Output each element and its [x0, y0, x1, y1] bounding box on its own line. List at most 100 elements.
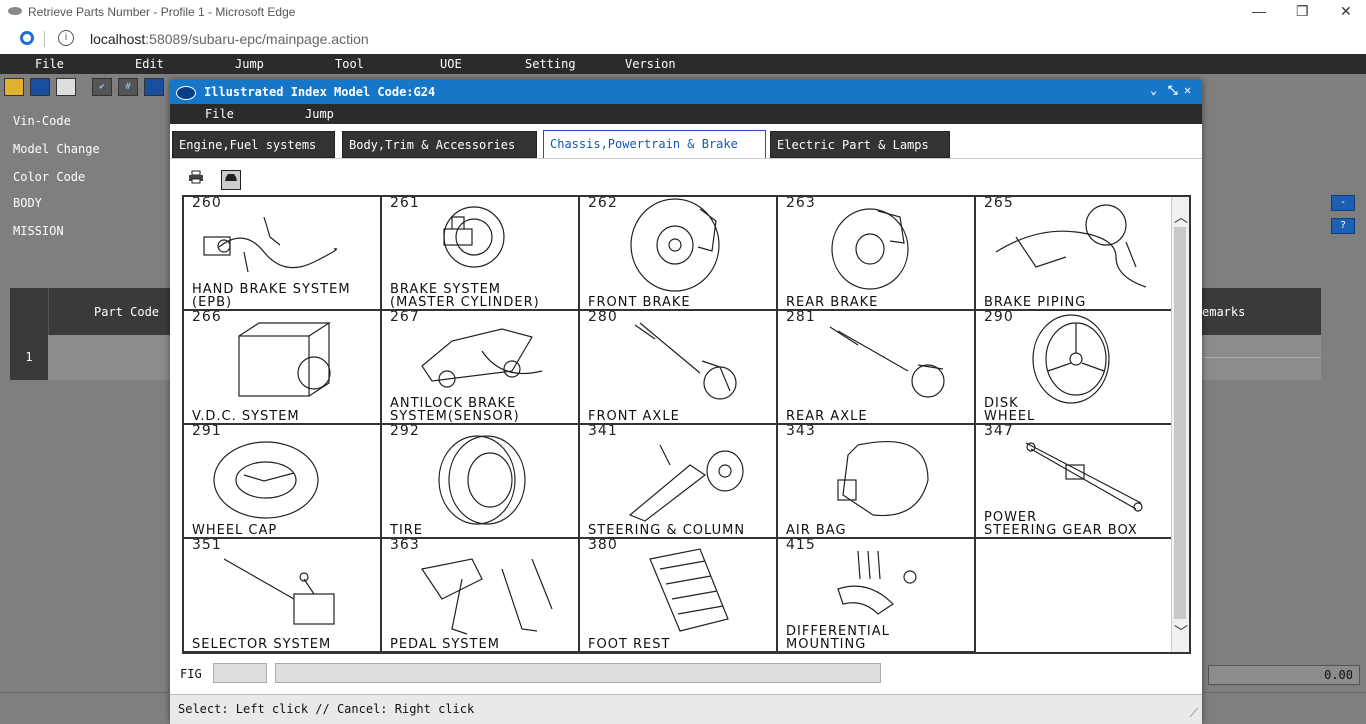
- help-button[interactable]: ?: [1331, 218, 1355, 234]
- fig-label: FIG: [180, 667, 202, 681]
- browser-title-bar: Retrieve Parts Number - Profile 1 - Micr…: [0, 0, 1366, 24]
- dialog-minimize-button[interactable]: ⌄: [1150, 83, 1157, 97]
- part-label: AIR BAG: [786, 523, 847, 538]
- sidebar-model-change[interactable]: Model Change: [13, 142, 100, 156]
- fig-number-input[interactable]: [213, 663, 267, 683]
- part-cell-281[interactable]: 281 REAR AXLE: [778, 311, 976, 425]
- part-cell-262[interactable]: 262 FRONT BRAKE: [580, 197, 778, 311]
- address-bar: i localhost:58089/subaru-epc/mainpage.ac…: [0, 24, 1366, 55]
- app-menu-bar: File Edit Jump Tool UOE Setting Version: [0, 54, 1366, 74]
- tab-engine-fuel[interactable]: Engine,Fuel systems: [172, 131, 335, 158]
- open-folder-icon[interactable]: [4, 78, 24, 96]
- dialog-status-bar: Select: Left click // Cancel: Right clic…: [170, 694, 1202, 724]
- part-cell-363[interactable]: 363 PEDAL SYSTEM: [382, 539, 580, 652]
- part-cell-292[interactable]: 292 TIRE: [382, 425, 580, 539]
- dialog-close-button[interactable]: ✕: [1184, 83, 1191, 97]
- print-icon[interactable]: [56, 78, 76, 96]
- scroll-thumb[interactable]: [1174, 227, 1186, 619]
- tab-body-trim[interactable]: Body,Trim & Accessories: [342, 131, 537, 158]
- print-icon[interactable]: [186, 170, 206, 190]
- part-cell-280[interactable]: 280 FRONT AXLE: [580, 311, 778, 425]
- close-button[interactable]: ✕: [1340, 3, 1352, 20]
- number-icon[interactable]: #: [118, 78, 138, 96]
- sidebar-body[interactable]: BODY: [13, 196, 42, 210]
- menu-version[interactable]: Version: [625, 57, 676, 71]
- dialog-restore-button[interactable]: ⤡: [1168, 83, 1178, 98]
- header-remarks: emarks: [1202, 305, 1246, 319]
- parts-illustration-grid: 260 HAND BRAKE SYSTEM (EPB) 261 BRAKE SY…: [182, 195, 1191, 654]
- part-label: FRONT BRAKE: [588, 295, 691, 310]
- part-cell-empty: [976, 539, 1174, 652]
- part-cell-265[interactable]: 265 BRAKE PIPING: [976, 197, 1174, 311]
- part-cell-343[interactable]: 343 AIR BAG: [778, 425, 976, 539]
- total-value: 0.00: [1208, 665, 1360, 685]
- menu-tool[interactable]: Tool: [335, 57, 364, 71]
- part-cell-267[interactable]: 267 ANTILOCK BRAKE SYSTEM(SENSOR): [382, 311, 580, 425]
- part-cell-347[interactable]: 347 POWER STEERING GEAR BOX: [976, 425, 1174, 539]
- header-part-code: Part Code: [94, 305, 160, 319]
- front-axle-illustration: [634, 322, 737, 400]
- check-icon[interactable]: ✔: [92, 78, 112, 96]
- part-cell-266[interactable]: 266 V.D.C. SYSTEM: [184, 311, 382, 425]
- part-label: V.D.C. SYSTEM: [192, 409, 300, 424]
- tab-electric-lamps[interactable]: Electric Part & Lamps: [770, 131, 950, 158]
- save-as-icon[interactable]: [144, 78, 164, 96]
- scroll-down-icon[interactable]: ﹀: [1174, 622, 1188, 642]
- row-divider: [1202, 357, 1321, 358]
- url-path: :58089/subaru-epc/mainpage.action: [145, 31, 369, 47]
- part-label: BRAKE SYSTEM (MASTER CYLINDER): [390, 282, 540, 310]
- car-icon[interactable]: [221, 170, 241, 190]
- sidebar-color-code[interactable]: Color Code: [13, 170, 85, 184]
- part-cell-341[interactable]: 341 STEERING & COLUMN: [580, 425, 778, 539]
- url-host: localhost: [90, 31, 146, 47]
- grid-scrollbar[interactable]: ︿ ﹀: [1171, 197, 1189, 652]
- app-icon: [8, 7, 22, 15]
- part-cell-290[interactable]: 290 DISK WHEEL: [976, 311, 1174, 425]
- part-label: BRAKE PIPING: [984, 295, 1087, 310]
- menu-setting[interactable]: Setting: [525, 57, 576, 71]
- part-cell-415[interactable]: 415 DIFFERENTIAL MOUNTING: [778, 539, 976, 652]
- wheel-cap-illustration: [213, 441, 319, 519]
- scroll-up-icon[interactable]: ︿: [1174, 207, 1188, 227]
- collapse-button[interactable]: -: [1331, 195, 1355, 211]
- part-label: ANTILOCK BRAKE SYSTEM(SENSOR): [390, 396, 520, 424]
- fig-description-input[interactable]: [275, 663, 881, 683]
- tire-illustration: [438, 435, 526, 525]
- edge-logo-icon: [20, 31, 34, 45]
- brake-piping-illustration: [995, 204, 1147, 288]
- rear-axle-illustration: [829, 326, 945, 398]
- part-label: REAR AXLE: [786, 409, 868, 424]
- tab-underline: [170, 158, 1202, 159]
- part-cell-263[interactable]: 263 REAR BRAKE: [778, 197, 976, 311]
- resize-grip-icon[interactable]: ⟋: [1190, 706, 1198, 721]
- subaru-logo-icon: [176, 86, 196, 100]
- air-bag-illustration: [837, 441, 929, 517]
- dialog-menu-jump[interactable]: Jump: [305, 107, 334, 121]
- part-cell-261[interactable]: 261 BRAKE SYSTEM (MASTER CYLINDER): [382, 197, 580, 311]
- part-label: DISK WHEEL: [984, 396, 1036, 424]
- part-cell-291[interactable]: 291 WHEEL CAP: [184, 425, 382, 539]
- dialog-title: Illustrated Index Model Code:G24: [204, 85, 436, 99]
- part-cell-380[interactable]: 380 FOOT REST: [580, 539, 778, 652]
- part-label: POWER STEERING GEAR BOX: [984, 510, 1138, 538]
- info-icon[interactable]: i: [58, 30, 74, 46]
- sidebar-mission[interactable]: MISSION: [13, 224, 64, 238]
- menu-edit[interactable]: Edit: [135, 57, 164, 71]
- part-cell-260[interactable]: 260 HAND BRAKE SYSTEM (EPB): [184, 197, 382, 311]
- part-label: FRONT AXLE: [588, 409, 680, 424]
- sidebar-vin-code[interactable]: Vin-Code: [13, 114, 71, 128]
- url-text[interactable]: localhost:58089/subaru-epc/mainpage.acti…: [90, 31, 369, 47]
- rear-brake-illustration: [831, 208, 909, 290]
- menu-jump[interactable]: Jump: [235, 57, 264, 71]
- menu-uoe[interactable]: UOE: [440, 57, 462, 71]
- front-brake-illustration: [630, 198, 720, 292]
- part-cell-351[interactable]: 351 SELECTOR SYSTEM: [184, 539, 382, 652]
- part-label: DIFFERENTIAL MOUNTING: [786, 624, 890, 652]
- save-icon[interactable]: [30, 78, 50, 96]
- menu-file[interactable]: File: [35, 57, 64, 71]
- maximize-button[interactable]: ❐: [1296, 3, 1309, 20]
- part-label: PEDAL SYSTEM: [390, 637, 500, 652]
- dialog-menu-file[interactable]: File: [205, 107, 234, 121]
- minimize-button[interactable]: —: [1252, 3, 1266, 19]
- tab-chassis-powertrain[interactable]: Chassis,Powertrain & Brake: [543, 130, 766, 159]
